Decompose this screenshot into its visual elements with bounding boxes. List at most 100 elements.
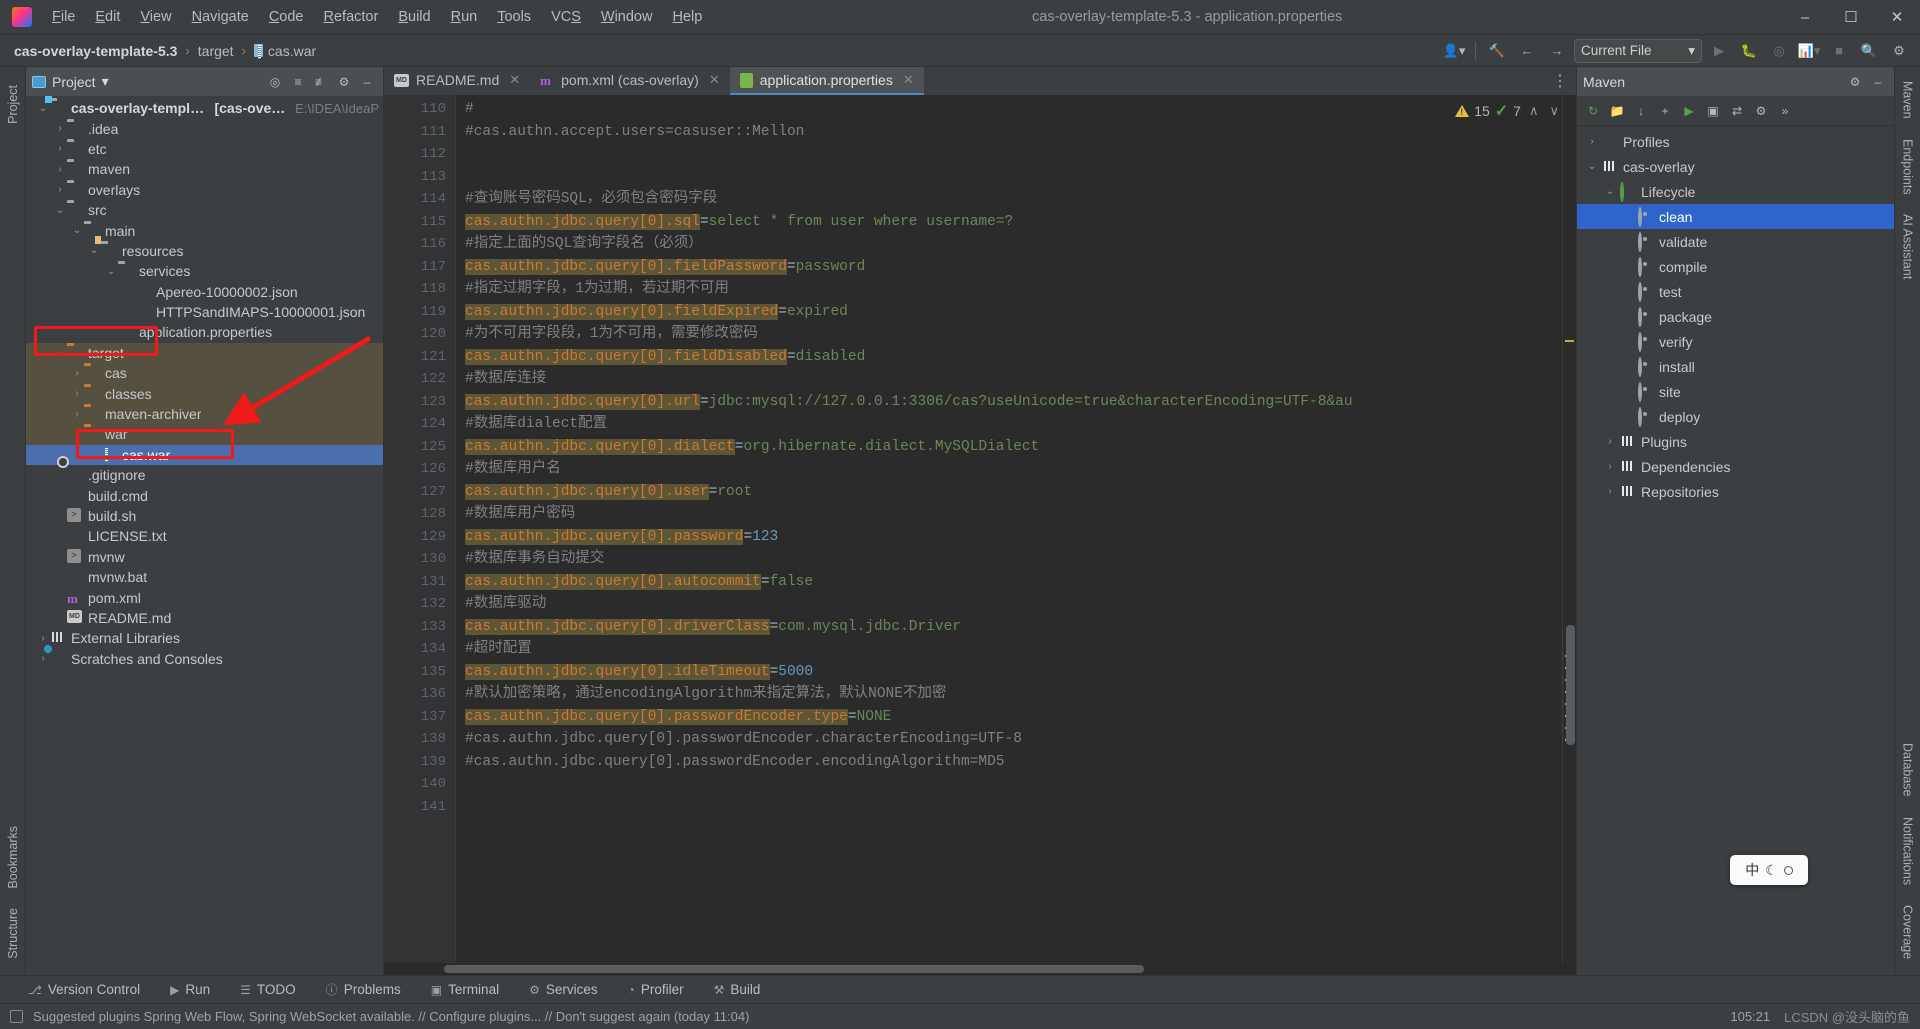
tree-item-target[interactable]: ⌄ target [26, 342, 383, 364]
prev-problem-icon[interactable]: ∧ [1526, 103, 1542, 119]
window-controls[interactable]: – ☐ ✕ [1782, 0, 1920, 35]
run-icon[interactable]: ▶ [1706, 39, 1732, 63]
chevron-right-icon[interactable]: › [53, 123, 67, 134]
menu-item-file[interactable]: FFileile [42, 5, 85, 29]
chevron-right-icon[interactable]: › [70, 368, 84, 379]
maven-item-profiles[interactable]: › Profiles [1577, 129, 1894, 154]
maven-panel-actions[interactable]: ⚙ – [1845, 72, 1888, 92]
chevron-down-icon[interactable]: ⌄ [36, 103, 50, 114]
code-line[interactable] [465, 143, 1562, 166]
code-line[interactable]: #数据库用户密码 [465, 503, 1562, 526]
more-icon[interactable]: » [1775, 101, 1795, 121]
menu-item-run[interactable]: Run [441, 5, 488, 29]
chevron-down-icon[interactable]: ⌄ [87, 245, 101, 256]
tree-item-mvnw-bat[interactable]: mvnw.bat [26, 567, 383, 587]
half-width-icon[interactable]: ☾ [1765, 862, 1778, 879]
notification-icon[interactable] [10, 1010, 23, 1023]
inspection-widget[interactable]: 15 ✓ 7 ∧ ∨ [1455, 101, 1562, 121]
chevron-down-icon[interactable]: ⌄ [104, 266, 118, 277]
code-line[interactable]: cas.authn.jdbc.query[0].user=root [465, 481, 1562, 504]
close-button[interactable]: ✕ [1874, 0, 1920, 35]
menu-item-vcs[interactable]: VCS [541, 5, 591, 29]
code-line[interactable]: #cas.authn.jdbc.query[0].passwordEncoder… [465, 751, 1562, 774]
chevron-down-icon[interactable]: ⌄ [70, 225, 84, 236]
chevron-right-icon[interactable]: › [53, 164, 67, 175]
chevron-down-icon[interactable]: ▾ [102, 73, 109, 90]
code-line[interactable]: cas.authn.jdbc.query[0].idleTimeout=5000 [465, 661, 1562, 684]
code-line[interactable]: #cas.authn.accept.users=casuser::Mellon [465, 121, 1562, 144]
chevron-right-icon[interactable]: › [53, 143, 67, 154]
breadcrumb[interactable]: cas-overlay-template-5.3 › target › cas.… [10, 41, 320, 61]
tab-readme[interactable]: MD README.md ✕ [384, 67, 530, 95]
bottom-tab-run[interactable]: ▶ Run [164, 980, 216, 999]
sidebar-item-ai-assistant[interactable]: AI Assistant [1897, 206, 1919, 287]
tree-item-war[interactable]: › war [26, 424, 383, 445]
editor-marker-bar[interactable] [1562, 95, 1576, 963]
menu-item-edit[interactable]: Edit [85, 5, 130, 29]
maven-item-lifecycle[interactable]: ⌄ Lifecycle [1577, 179, 1894, 204]
chevron-right-icon[interactable]: › [36, 633, 50, 644]
reload-icon[interactable]: ↻ [1583, 101, 1603, 121]
code-line[interactable]: #查询账号密码SQL，必须包含密码字段 [465, 188, 1562, 211]
user-settings-icon[interactable]: 👤▾ [1441, 39, 1467, 63]
code-line[interactable]: #超时配置 [465, 638, 1562, 661]
download-sources-icon[interactable]: ↓ [1631, 101, 1651, 121]
maven-toolbar[interactable]: ↻ 📁 ↓ + ▶ ▣ ⇄ ⚙ » [1577, 96, 1894, 126]
code-line[interactable]: cas.authn.jdbc.query[0].dialect=org.hibe… [465, 436, 1562, 459]
project-panel-title-group[interactable]: Project ▾ [32, 73, 109, 90]
code-line[interactable]: cas.authn.jdbc.query[0].sql=select * fro… [465, 211, 1562, 234]
toggle-offline-icon[interactable]: ⇄ [1727, 101, 1747, 121]
chevron-down-icon[interactable]: ⌄ [1603, 186, 1617, 197]
sidebar-item-endpoints[interactable]: Endpoints [1897, 131, 1919, 203]
maven-item-compile[interactable]: compile [1577, 254, 1894, 279]
code-line[interactable] [465, 166, 1562, 189]
maven-item-repositories[interactable]: › Repositories [1577, 479, 1894, 504]
code-line[interactable]: cas.authn.jdbc.query[0].driverClass=com.… [465, 616, 1562, 639]
forward-icon[interactable]: → [1544, 39, 1570, 63]
code-line[interactable]: #指定上面的SQL查询字段名（必须） [465, 233, 1562, 256]
code-line[interactable]: #数据库dialect配置 [465, 413, 1562, 436]
maven-item-site[interactable]: site [1577, 379, 1894, 404]
tree-item-pom-xml[interactable]: m pom.xml [26, 587, 383, 607]
tree-item-idea[interactable]: › .idea [26, 118, 383, 138]
bottom-tab-problems[interactable]: ⓘ Problems [320, 979, 407, 1000]
bottom-tab-todo[interactable]: ☰ TODO [234, 980, 302, 999]
minimize-button[interactable]: – [1782, 0, 1828, 35]
code-line[interactable]: cas.authn.jdbc.query[0].password=123 [465, 526, 1562, 549]
code-line[interactable] [465, 773, 1562, 796]
execute-goal-icon[interactable]: ▣ [1703, 101, 1723, 121]
tree-item-resources[interactable]: ⌄ resources [26, 241, 383, 261]
chevron-right-icon[interactable]: › [70, 388, 84, 399]
bottom-tab-terminal[interactable]: ▣ Terminal [425, 980, 505, 999]
sidebar-item-project[interactable]: Project [2, 77, 24, 132]
tree-item-classes[interactable]: › classes [26, 383, 383, 404]
code-line[interactable]: #数据库用户名 [465, 458, 1562, 481]
caret-position[interactable]: 105:21 [1730, 1009, 1770, 1024]
breadcrumb-target[interactable]: target [194, 41, 238, 61]
maven-item-install[interactable]: install [1577, 354, 1894, 379]
sidebar-item-bookmarks[interactable]: Bookmarks [2, 818, 24, 897]
ime-indicator[interactable]: 中 ☾ [1730, 855, 1808, 885]
code-line[interactable]: cas.authn.jdbc.query[0].fieldExpired=exp… [465, 301, 1562, 324]
profiler-icon[interactable]: 📊▾ [1796, 39, 1822, 63]
next-problem-icon[interactable]: ∨ [1546, 103, 1562, 119]
chevron-right-icon[interactable]: › [1603, 486, 1617, 497]
tab-pom[interactable]: m pom.xml (cas-overlay) ✕ [530, 67, 730, 95]
punctuation-icon[interactable] [1783, 865, 1793, 875]
chevron-right-icon[interactable]: › [1585, 136, 1599, 147]
locate-icon[interactable]: ◎ [265, 72, 285, 92]
right-tool-strip[interactable]: Maven Endpoints AI Assistant Database No… [1894, 67, 1920, 975]
tree-item-cas-overlay-template-5-3[interactable]: ⌄ cas-overlay-template-5.3 [cas-overlay] E:… [26, 98, 383, 118]
tree-item-build-cmd[interactable]: build.cmd [26, 485, 383, 505]
navbar-toolbar[interactable]: 👤▾ 🔨 ← → Current File ▾ ▶ 🐛 ◎ 📊▾ ■ 🔍 ⚙ [1441, 38, 1920, 63]
code-line[interactable]: #数据库连接 [465, 368, 1562, 391]
sidebar-item-coverage[interactable]: Coverage [1897, 897, 1919, 967]
chevron-right-icon[interactable]: › [36, 653, 50, 664]
menu-item-refactor[interactable]: Refactor [314, 5, 389, 29]
hide-icon[interactable]: – [357, 72, 377, 92]
maven-item-clean[interactable]: clean [1577, 204, 1894, 229]
left-tool-strip[interactable]: Project Bookmarks Structure [0, 67, 26, 975]
code-line[interactable]: #数据库事务自动提交 [465, 548, 1562, 571]
tree-item-application-properties[interactable]: application.properties [26, 322, 383, 342]
add-module-icon[interactable]: 📁 [1607, 101, 1627, 121]
